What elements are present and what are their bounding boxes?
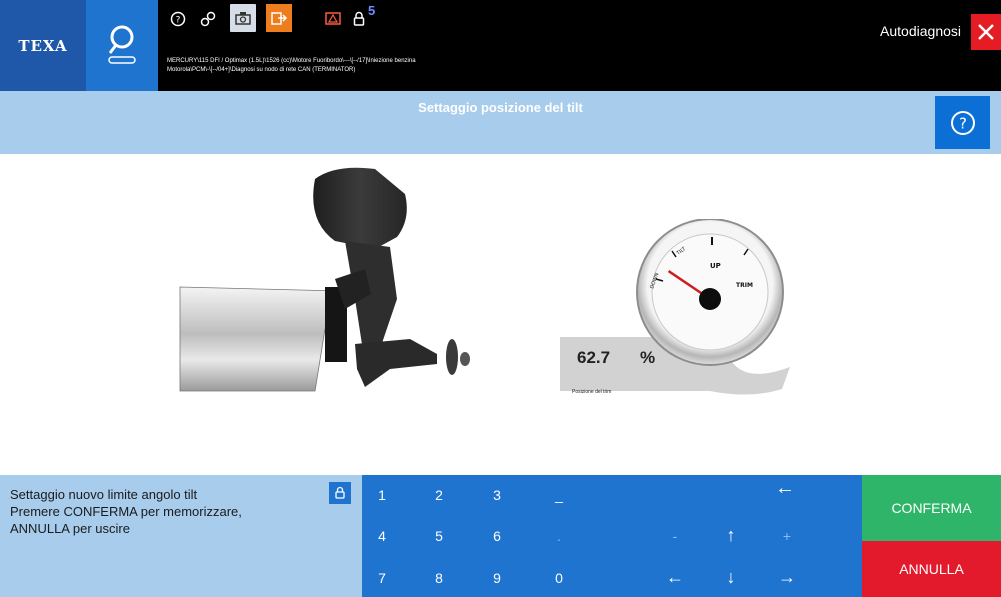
key-2[interactable]: 2: [424, 487, 454, 503]
key-plus[interactable]: +: [772, 528, 802, 544]
bottom-panel: Settaggio nuovo limite angolo tilt Preme…: [0, 475, 1001, 597]
left-arrow-key[interactable]: ←: [660, 567, 690, 588]
key-1[interactable]: 1: [367, 487, 397, 503]
message-line: Settaggio nuovo limite angolo tilt: [10, 487, 198, 502]
confirm-button[interactable]: CONFERMA: [862, 475, 1001, 541]
key-7[interactable]: 7: [367, 570, 397, 586]
title-bar: Settaggio posizione del tilt ?: [0, 91, 1001, 154]
gauge-label-up: UP: [710, 262, 721, 270]
logo-text: TEXA: [18, 36, 68, 55]
vehicle-path-line-1: MERCURY\115 DFI / Optimax (1.5L)\1526 (c…: [167, 58, 416, 64]
numeric-keypad: 1 2 3 _ ← 4 5 6 . - ↑ + 7 8 9 0 ← ↓ →: [362, 475, 862, 597]
export-icon[interactable]: [266, 4, 292, 32]
camera-icon[interactable]: [230, 4, 256, 32]
key-5[interactable]: 5: [424, 528, 454, 544]
close-button[interactable]: [971, 14, 1001, 50]
message-line: Premere CONFERMA per memorizzare,: [10, 504, 242, 519]
key-0[interactable]: 0: [544, 570, 574, 586]
vehicle-path-line-2: Motorola\PCM\-\[--/04+]\Diagnosi su nodo…: [167, 67, 356, 73]
vehicle-search-button[interactable]: [86, 0, 158, 91]
instruction-message: Settaggio nuovo limite angolo tilt Preme…: [10, 486, 310, 537]
key-6[interactable]: 6: [482, 528, 512, 544]
gauge-label-trim: TRIM: [736, 282, 753, 289]
key-4[interactable]: 4: [367, 528, 397, 544]
trim-unit: %: [640, 348, 656, 367]
app-window: TEXA ? 5 MERCURY\115 DFI / Optimax (1.5L…: [0, 0, 1001, 597]
trim-gauge: UP TRIM TILT DOWN: [560, 219, 790, 395]
warning-icon[interactable]: [322, 8, 344, 30]
message-lock-button[interactable]: [329, 482, 351, 504]
page-title: Settaggio posizione del tilt: [418, 100, 583, 115]
top-bar: TEXA ? 5 MERCURY\115 DFI / Optimax (1.5L…: [0, 0, 1001, 91]
svg-text:?: ?: [176, 16, 181, 26]
key-8[interactable]: 8: [424, 570, 454, 586]
outboard-motor-illustration: [179, 167, 470, 392]
help-button[interactable]: ?: [935, 96, 990, 149]
lock-count-badge: 5: [368, 3, 376, 18]
lock-icon[interactable]: [348, 8, 370, 30]
trim-caption: Posizione del trim: [572, 389, 612, 395]
close-icon: [978, 24, 994, 40]
svg-text:?: ?: [959, 114, 967, 132]
backspace-key[interactable]: ←: [770, 477, 800, 500]
message-line: ANNULLA per uscire: [10, 521, 130, 536]
down-arrow-key[interactable]: ↓: [716, 567, 746, 588]
key-underscore[interactable]: _: [544, 487, 574, 503]
link-icon[interactable]: [197, 8, 219, 30]
cancel-button[interactable]: ANNULLA: [862, 541, 1001, 597]
key-9[interactable]: 9: [482, 570, 512, 586]
texa-logo: TEXA: [0, 0, 86, 91]
right-arrow-key[interactable]: →: [772, 567, 802, 588]
mode-label: Autodiagnosi: [880, 23, 961, 39]
up-arrow-key[interactable]: ↑: [716, 525, 746, 546]
message-panel: Settaggio nuovo limite angolo tilt Preme…: [0, 475, 362, 597]
help-icon[interactable]: ?: [167, 8, 189, 30]
help-circle-icon: ?: [950, 110, 975, 135]
key-dot[interactable]: .: [544, 528, 574, 544]
key-3[interactable]: 3: [482, 487, 512, 503]
trim-value: 62.7: [577, 348, 611, 367]
lock-icon: [335, 486, 345, 499]
main-area: UP TRIM TILT DOWN 62.7 % Posizione del t…: [0, 154, 1001, 475]
key-minus[interactable]: -: [660, 528, 690, 544]
search-vehicle-icon: [108, 25, 136, 64]
